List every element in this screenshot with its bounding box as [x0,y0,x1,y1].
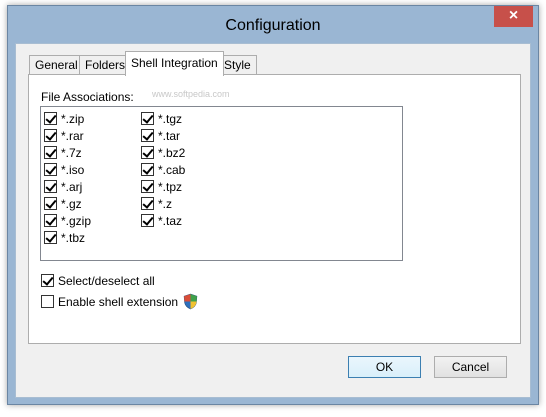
association-label: *.gz [61,196,82,211]
watermark-text: www.softpedia.com [152,89,230,99]
association-checkbox[interactable] [141,214,154,227]
association-item[interactable]: *.cab [141,162,185,177]
association-item[interactable]: *.gz [44,196,82,211]
file-associations-list[interactable] [40,106,403,261]
association-label: *.cab [158,162,186,177]
association-item[interactable]: *.zip [44,111,84,126]
association-item[interactable]: *.tgz [141,111,182,126]
association-label: *.7z [61,145,82,160]
association-checkbox[interactable] [141,146,154,159]
select-all-option[interactable]: Select/deselect all [41,273,155,288]
association-checkbox[interactable] [44,197,57,210]
association-item[interactable]: *.7z [44,145,82,160]
association-item[interactable]: *.tbz [44,230,85,245]
association-checkbox[interactable] [141,197,154,210]
association-label: *.tpz [158,179,183,194]
association-item[interactable]: *.rar [44,128,84,143]
association-checkbox[interactable] [44,112,57,125]
association-label: *.gzip [61,213,92,228]
association-item[interactable]: *.tpz [141,179,182,194]
association-checkbox[interactable] [44,214,57,227]
title-bar[interactable]: Configuration × [8,6,538,43]
shell-extension-label: Enable shell extension [58,294,179,309]
association-checkbox[interactable] [141,112,154,125]
association-checkbox[interactable] [141,180,154,193]
association-label: *.bz2 [158,145,186,160]
association-checkbox[interactable] [141,163,154,176]
association-item[interactable]: *.gzip [44,213,91,228]
tab-general[interactable]: General [29,55,84,75]
tab-folders[interactable]: Folders [79,55,132,75]
association-checkbox[interactable] [44,129,57,142]
association-item[interactable]: *.tar [141,128,180,143]
association-label: *.tgz [158,111,183,126]
association-item[interactable]: *.arj [44,179,82,194]
association-label: *.taz [158,213,183,228]
select-all-checkbox[interactable] [41,274,54,287]
cancel-button[interactable]: Cancel [434,356,507,378]
association-checkbox[interactable] [44,146,57,159]
shell-extension-option[interactable]: Enable shell extension [41,293,199,310]
tab-style[interactable]: Style [218,55,257,75]
association-label: *.iso [61,162,85,177]
select-all-label: Select/deselect all [58,273,155,288]
association-label: *.z [158,196,173,211]
association-label: *.tar [158,128,181,143]
association-checkbox[interactable] [44,231,57,244]
close-button[interactable]: × [494,6,533,27]
file-associations-label: File Associations: [41,90,134,104]
association-item[interactable]: *.taz [141,213,182,228]
uac-shield-icon [183,293,198,310]
association-item[interactable]: *.bz2 [141,145,185,160]
association-label: *.arj [61,179,83,194]
shell-extension-checkbox[interactable] [41,295,54,308]
association-checkbox[interactable] [141,129,154,142]
association-checkbox[interactable] [44,163,57,176]
association-label: *.tbz [61,230,86,245]
association-item[interactable]: *.iso [44,162,84,177]
window-title: Configuration [225,17,321,34]
tab-shell-integration[interactable]: Shell Integration [125,51,224,76]
association-item[interactable]: *.z [141,196,172,211]
association-label: *.rar [61,128,84,143]
ok-button[interactable]: OK [348,356,421,378]
association-checkbox[interactable] [44,180,57,193]
association-label: *.zip [61,111,85,126]
